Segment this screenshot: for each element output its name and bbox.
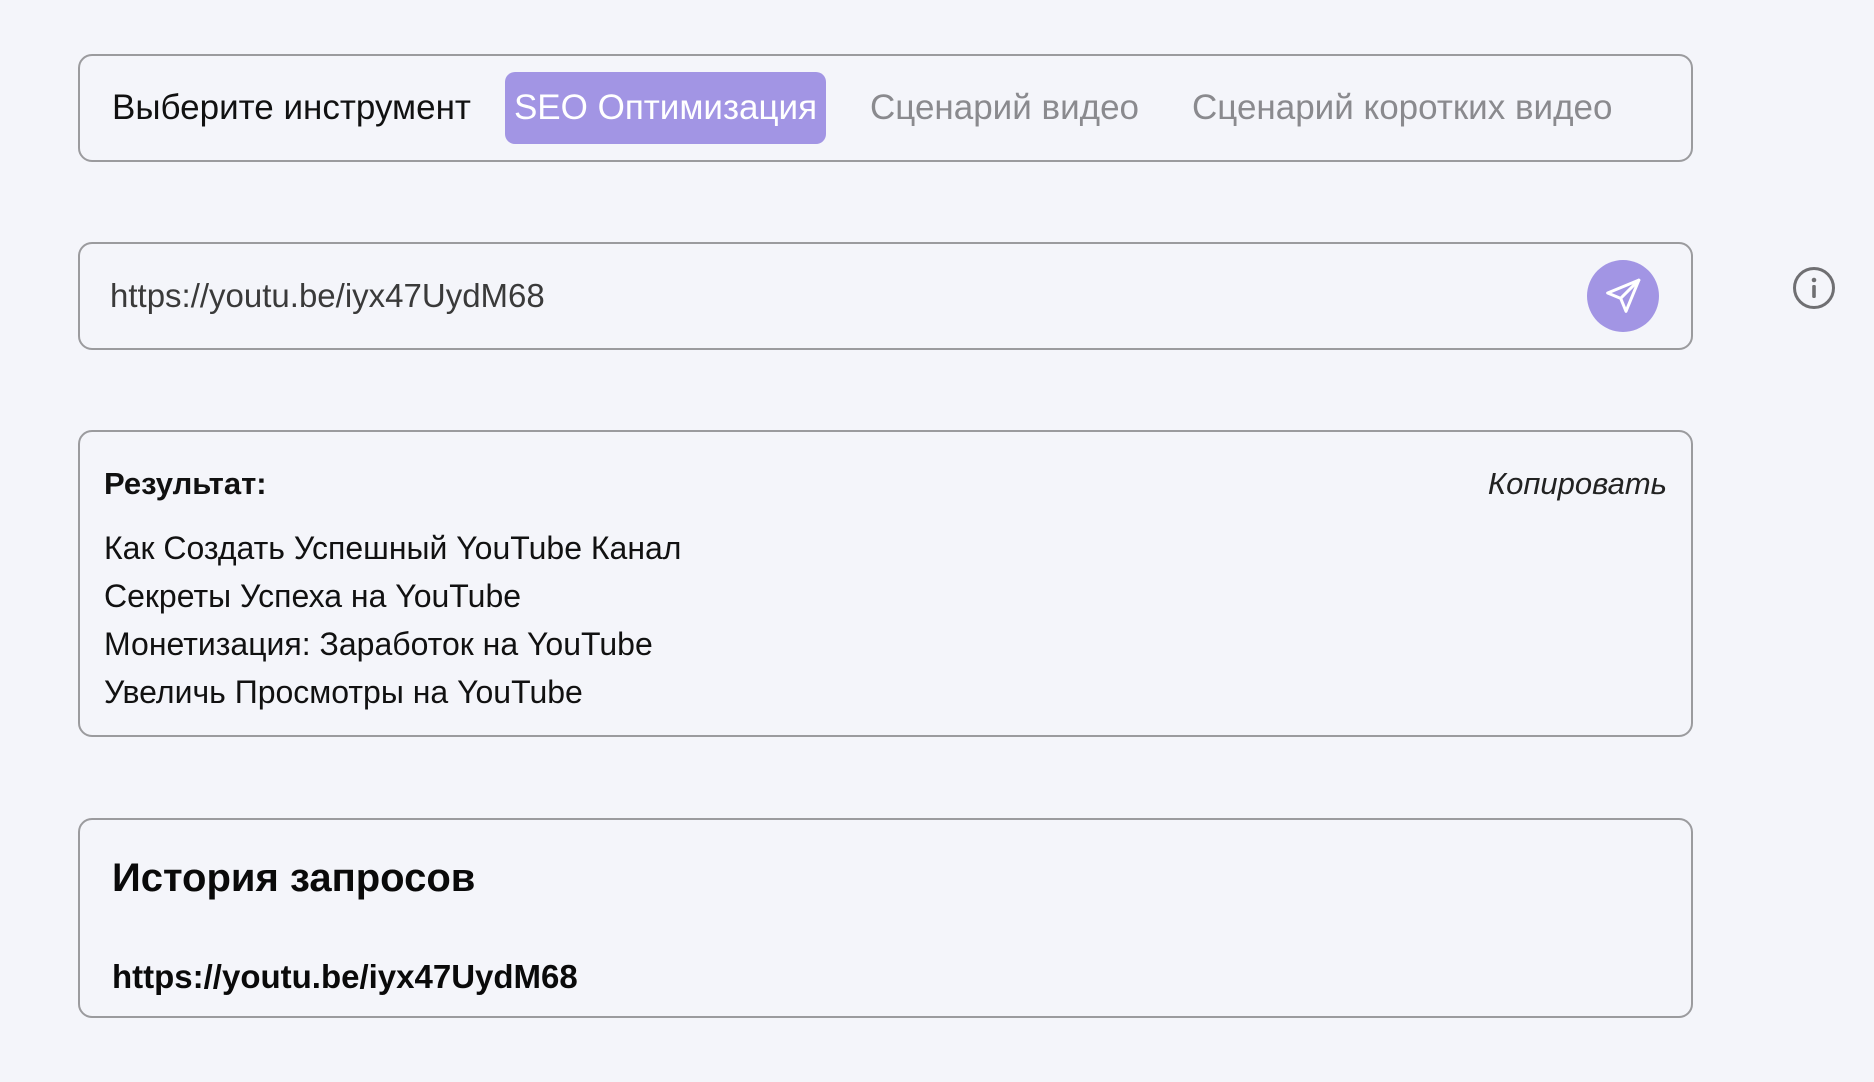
history-panel: История запросов https://youtu.be/iyx47U…: [78, 818, 1693, 1018]
tool-selector-label: Выберите инструмент: [112, 88, 471, 127]
tab-video-script[interactable]: Сценарий видео: [861, 72, 1148, 144]
send-icon: [1606, 278, 1641, 313]
result-panel: Результат: Копировать Как Создать Успешн…: [78, 430, 1693, 737]
history-item-url[interactable]: https://youtu.be/iyx47UydM68: [112, 958, 578, 996]
history-title: История запросов: [112, 856, 476, 900]
tab-short-video-script[interactable]: Сценарий коротких видео: [1183, 72, 1621, 144]
result-item: Увеличь Просмотры на YouTube: [104, 674, 583, 710]
copy-button[interactable]: Копировать: [1488, 466, 1667, 502]
result-item: Секреты Успеха на YouTube: [104, 578, 522, 614]
send-button[interactable]: [1587, 260, 1659, 332]
tab-seo-optimization[interactable]: SEO Оптимизация: [504, 72, 827, 144]
info-icon[interactable]: [1792, 266, 1836, 310]
url-input-container: [78, 242, 1693, 350]
result-item: Как Создать Успешный YouTube Канал: [104, 530, 682, 566]
url-input[interactable]: [110, 270, 1540, 322]
result-list: Как Создать Успешный YouTube Канал Секре…: [104, 524, 681, 716]
tool-selector: Выберите инструмент SEO Оптимизация Сцен…: [78, 54, 1693, 162]
result-title: Результат:: [104, 466, 267, 501]
result-item: Монетизация: Заработок на YouTube: [104, 626, 653, 662]
